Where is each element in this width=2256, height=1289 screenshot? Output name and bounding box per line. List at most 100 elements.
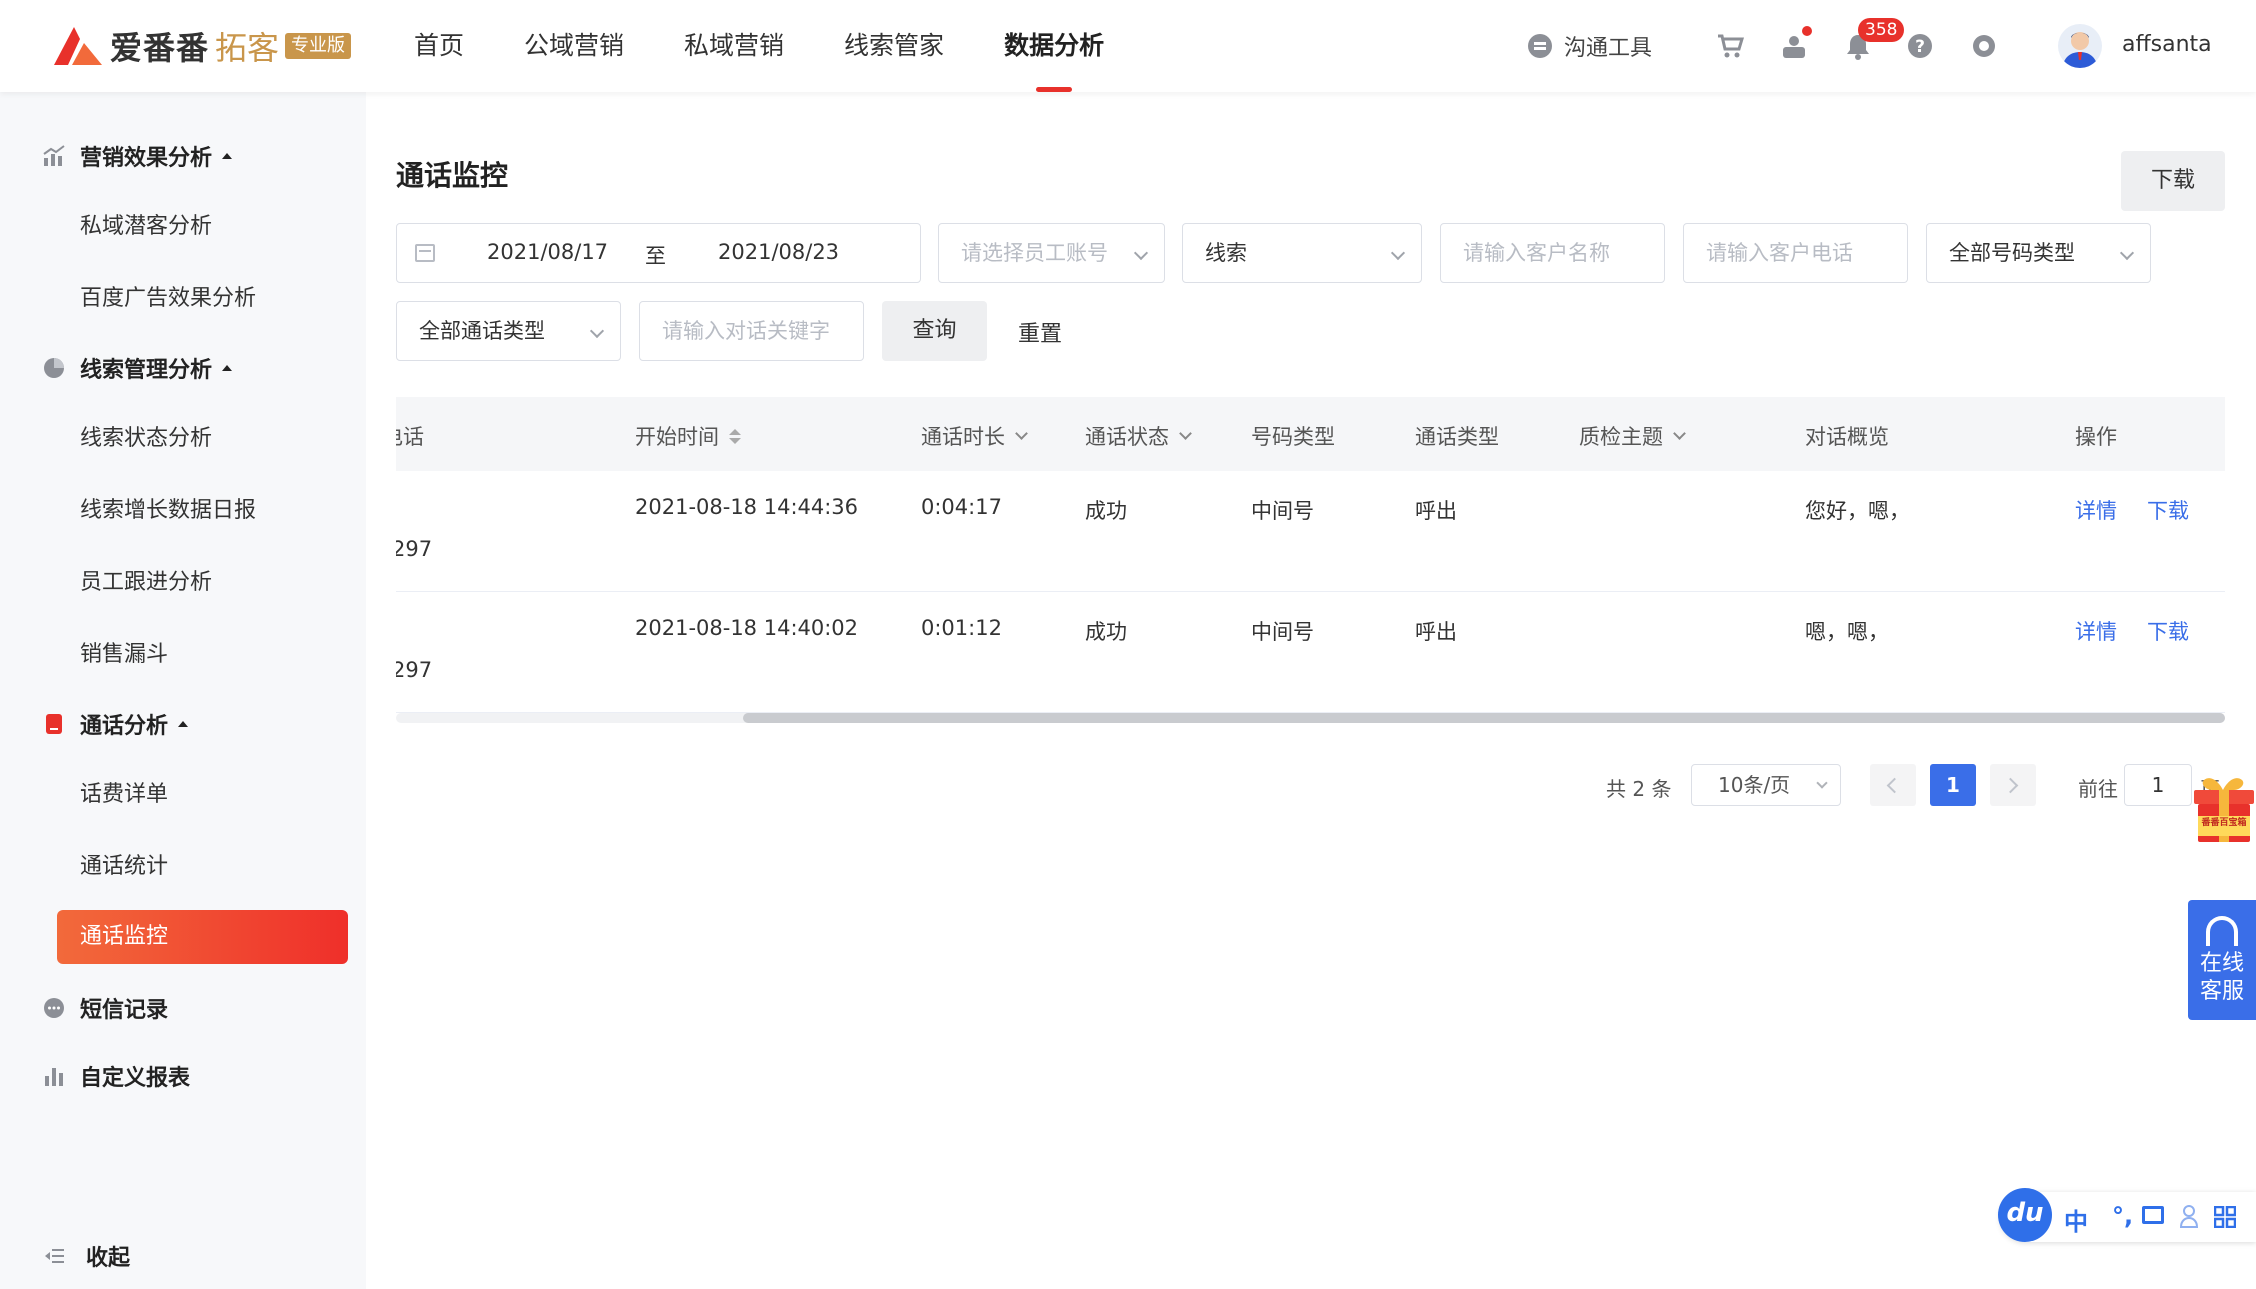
chat-tool-button[interactable]: 沟通工具 — [1528, 32, 1668, 61]
col-duration[interactable]: 通话时长 — [921, 421, 1028, 451]
sidebar-item-baidu-ads[interactable]: 百度广告效果分析 — [80, 280, 256, 312]
sidebar-item-private-prospect[interactable]: 私域潜客分析 — [80, 208, 212, 240]
punctuation-icon[interactable]: °, — [2112, 1202, 2133, 1230]
sidebar-item-call-stats[interactable]: 通话统计 — [80, 848, 168, 880]
query-button[interactable]: 查询 — [882, 301, 987, 361]
col-number-type: 号码类型 — [1251, 425, 1335, 449]
settings-gear-icon[interactable] — [1970, 32, 1998, 60]
cell-call-type: 呼出 — [1415, 620, 1457, 644]
detail-link[interactable]: 详情 — [2075, 495, 2117, 525]
collapse-icon — [45, 1249, 64, 1263]
cell-duration: 0:01:12 — [921, 616, 1002, 640]
ime-mode-toggle[interactable]: 中 — [2064, 1202, 2088, 1237]
nav-clue-manager[interactable]: 线索管家 — [844, 0, 944, 92]
nav-data-analysis[interactable]: 数据分析 — [1004, 0, 1104, 92]
table-row: 2021-08-18 14:40:02 0:01:12 成功 中间号 呼出 嗯，… — [396, 592, 2225, 713]
cell-status: 成功 — [1085, 499, 1127, 523]
gift-box-widget[interactable]: 番番百宝箱 — [2190, 772, 2256, 844]
keyword-input[interactable]: 请输入对话关键字 — [639, 301, 864, 361]
grid-menu-icon[interactable] — [2213, 1205, 2237, 1229]
keyboard-icon[interactable] — [2142, 1206, 2164, 1224]
horizontal-scrollbar[interactable] — [396, 713, 2225, 723]
page-size-value: 10条/页 — [1718, 773, 1791, 797]
chevron-down-icon — [2119, 245, 2135, 261]
sidebar-item-call-monitor[interactable]: 通话监控 — [57, 910, 348, 964]
reset-button[interactable]: 重置 — [1018, 316, 1062, 348]
scrollbar-thumb[interactable] — [743, 713, 2225, 723]
cell-start-time: 2021-08-18 14:40:02 — [635, 616, 859, 640]
bell-icon[interactable]: 358 — [1844, 18, 1905, 60]
clue-select[interactable]: 线索 — [1182, 223, 1422, 283]
chevron-down-icon — [589, 323, 605, 339]
download-button[interactable]: 下载 — [2121, 151, 2225, 211]
sidebar-item-call-bill[interactable]: 话费详单 — [80, 776, 168, 808]
avatar[interactable] — [2058, 24, 2102, 68]
page-size-select[interactable]: 10条/页 — [1691, 764, 1841, 806]
user-icon[interactable] — [2179, 1204, 2199, 1228]
prev-page-button[interactable] — [1870, 764, 1916, 806]
sidebar-group-marketing[interactable]: 营销效果分析 — [42, 140, 233, 172]
user-task-dot — [1802, 26, 1812, 36]
cell-call-type: 呼出 — [1415, 499, 1457, 523]
customer-phone-input[interactable]: 请输入客户电话 — [1683, 223, 1908, 283]
bar-chart-icon — [45, 1068, 63, 1086]
chat-icon — [1528, 34, 1552, 58]
chevron-down-icon — [1390, 245, 1406, 261]
sidebar-group-call[interactable]: 通话分析 — [42, 708, 189, 740]
sidebar-group-custom-report[interactable]: 自定义报表 — [42, 1060, 190, 1092]
detail-link[interactable]: 详情 — [2075, 616, 2117, 646]
date-separator: 至 — [645, 244, 666, 268]
pagination-total: 共 2 条 — [1606, 777, 1672, 801]
sidebar-item-sales-funnel[interactable]: 销售漏斗 — [80, 636, 168, 668]
customer-name-input[interactable]: 请输入客户名称 — [1440, 223, 1665, 283]
goto-page-input[interactable]: 1 — [2124, 764, 2192, 806]
service-label-1: 在线 — [2199, 951, 2244, 976]
main-nav: 首页 公域营销 私域营销 线索管家 数据分析 — [414, 0, 1164, 92]
nav-home[interactable]: 首页 — [414, 0, 464, 92]
download-link[interactable]: 下载 — [2147, 495, 2189, 525]
next-page-button[interactable] — [1990, 764, 2036, 806]
date-start[interactable]: 2021/08/17 — [487, 240, 608, 264]
ime-toolbar[interactable]: du 中 °, — [1998, 1188, 2256, 1242]
col-actions: 操作 — [2075, 425, 2117, 449]
caret-up-icon — [222, 153, 233, 159]
brand-logo[interactable]: 爱番番 拓客 专业版 — [50, 20, 352, 72]
username[interactable]: affsanta — [2122, 32, 2212, 57]
nav-public-marketing[interactable]: 公域营销 — [524, 0, 624, 92]
date-range-picker[interactable]: 2021/08/17 至 2021/08/23 — [396, 223, 921, 283]
page-number-current[interactable]: 1 — [1930, 764, 1976, 806]
user-task-icon[interactable] — [1780, 26, 1812, 60]
message-icon — [44, 998, 64, 1018]
download-link[interactable]: 下载 — [2147, 616, 2189, 646]
ime-logo-icon[interactable]: du — [1998, 1188, 2052, 1242]
edition-badge: 专业版 — [285, 33, 352, 59]
chevron-down-icon — [1816, 777, 1828, 789]
col-qc-topic[interactable]: 质检主题 — [1579, 421, 1686, 451]
sidebar-item-clue-growth[interactable]: 线索增长数据日报 — [80, 492, 256, 524]
sidebar-group-clue[interactable]: 线索管理分析 — [42, 352, 233, 384]
brand-sub: 拓客 — [215, 29, 280, 67]
goto-label: 前往 — [2078, 777, 2118, 801]
chevron-down-icon — [1015, 426, 1028, 440]
employee-select[interactable]: 请选择员工账号 — [938, 223, 1165, 283]
date-end[interactable]: 2021/08/23 — [718, 240, 839, 264]
sort-icon[interactable] — [729, 428, 741, 444]
sidebar-collapse-button[interactable]: 收起 — [42, 1240, 130, 1272]
col-status[interactable]: 通话状态 — [1085, 421, 1192, 451]
sidebar-group-label: 线索管理分析 — [80, 358, 213, 383]
col-start-time[interactable]: 开始时间 — [635, 421, 741, 451]
sidebar-item-staff-followup[interactable]: 员工跟进分析 — [80, 564, 212, 596]
help-icon[interactable]: ? — [1906, 32, 1934, 60]
chevron-down-icon — [1133, 245, 1149, 261]
cart-icon[interactable] — [1716, 32, 1745, 60]
cell-phone-tail: 297 — [396, 537, 433, 561]
phone-call-icon — [46, 714, 62, 734]
number-type-select[interactable]: 全部号码类型 — [1926, 223, 2151, 283]
caret-up-icon — [222, 365, 233, 371]
nav-private-marketing[interactable]: 私域营销 — [684, 0, 784, 92]
sidebar-item-clue-status[interactable]: 线索状态分析 — [80, 420, 212, 452]
sidebar-group-sms[interactable]: 短信记录 — [42, 992, 168, 1024]
online-service-button[interactable]: 在线 客服 — [2188, 900, 2256, 1020]
call-type-select[interactable]: 全部通话类型 — [396, 301, 621, 361]
cell-start-time: 2021-08-18 14:44:36 — [635, 495, 859, 519]
